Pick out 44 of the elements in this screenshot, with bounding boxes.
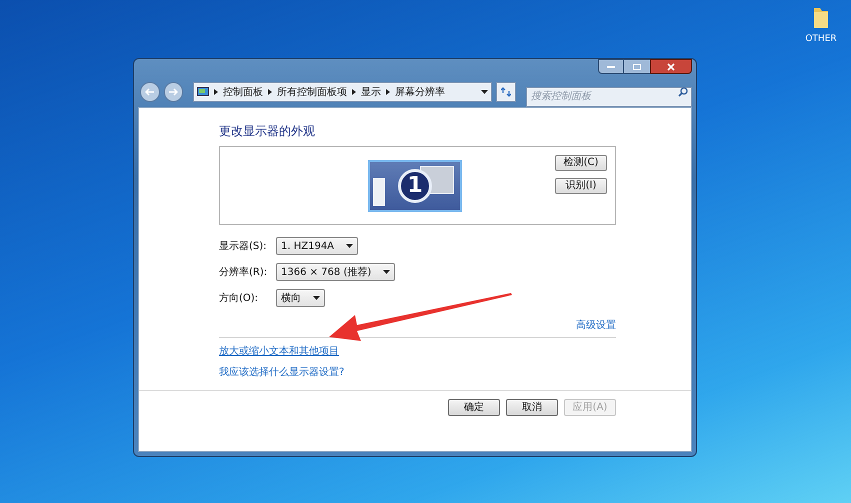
monitor-action-button[interactable]: 识别(I) — [555, 178, 607, 194]
back-arrow-icon — [144, 88, 155, 96]
address-bar[interactable]: 控制面板 所有控制面板项 显示 屏幕分辨率 — [193, 82, 492, 102]
control-panel-icon — [197, 86, 210, 98]
chevron-icon — [352, 89, 356, 95]
breadcrumb-item[interactable]: 屏幕分辨率 — [395, 84, 446, 100]
refresh-icon — [501, 87, 512, 97]
breadcrumb-item[interactable]: 显示 — [361, 84, 382, 100]
desktop-icon-label[interactable]: OTHER — [805, 33, 837, 46]
caret-icon — [313, 296, 320, 300]
dropdown[interactable]: 1. HZ194A — [276, 237, 358, 255]
forward-button[interactable] — [164, 82, 184, 102]
field-label: 分辨率(R): — [219, 266, 268, 280]
dropdown[interactable]: 1366 × 768 (推荐) — [276, 263, 396, 281]
advanced-settings-link[interactable]: 高级设置 — [576, 318, 616, 333]
field-label: 显示器(S): — [219, 240, 268, 254]
chevron-icon — [214, 89, 218, 95]
forward-arrow-icon — [168, 88, 178, 96]
caret-icon — [383, 270, 390, 274]
back-button[interactable] — [140, 82, 160, 102]
caret-icon — [481, 90, 488, 94]
dropdown[interactable]: 横向 — [276, 289, 325, 307]
help-link[interactable]: 放大或缩小文本和其他项目 — [219, 344, 339, 359]
folder-icon[interactable] — [812, 6, 830, 30]
close-button[interactable] — [650, 59, 692, 74]
search-icon — [678, 87, 688, 97]
dialog-button[interactable]: 确定 — [448, 399, 500, 416]
dialog-button[interactable]: 取消 — [506, 399, 558, 416]
breadcrumb-item[interactable]: 控制面板 — [223, 84, 264, 100]
refresh-button[interactable] — [496, 82, 516, 102]
caret-icon — [346, 244, 354, 248]
page-heading: 更改显示器的外观 — [219, 123, 316, 140]
chevron-icon — [268, 89, 272, 95]
breadcrumb-item[interactable]: 所有控制面板项 — [277, 84, 348, 100]
maximize-button[interactable] — [624, 59, 650, 74]
minimize-button[interactable] — [598, 59, 624, 74]
monitor-thumbnail[interactable]: 1 — [368, 160, 462, 212]
help-link[interactable]: 我应该选择什么显示器设置? — [219, 365, 344, 380]
field-label: 方向(O): — [219, 292, 260, 306]
monitor-number-badge: 1 — [398, 169, 432, 203]
chevron-icon — [386, 89, 390, 95]
close-icon — [667, 62, 675, 70]
monitor-action-button[interactable]: 检测(C) — [555, 155, 607, 171]
search-field[interactable]: 搜索控制面板 — [526, 86, 692, 106]
